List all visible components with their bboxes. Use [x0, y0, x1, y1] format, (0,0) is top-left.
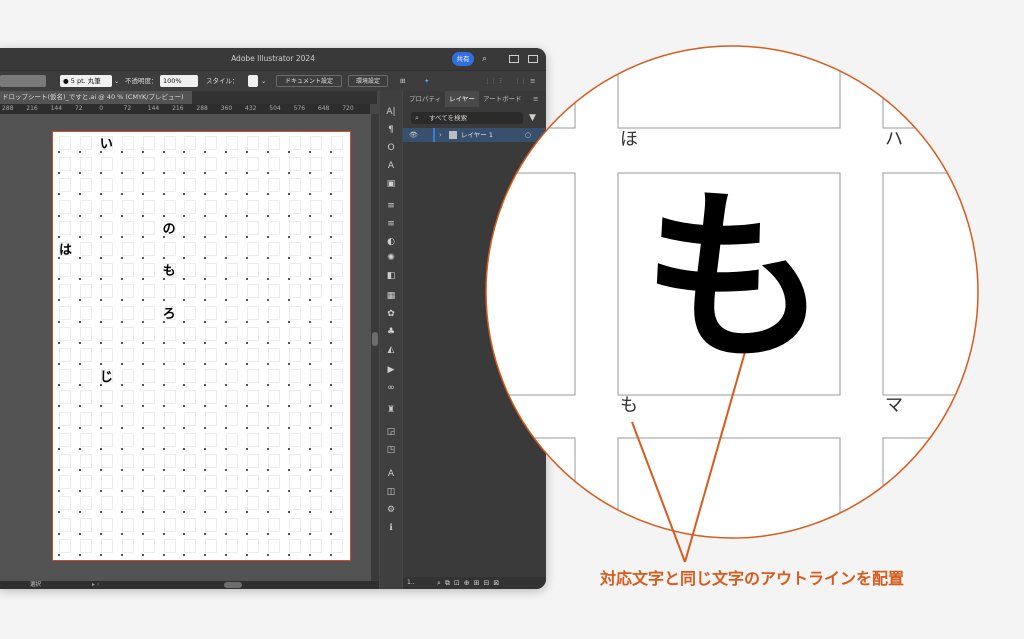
zoom-callout: [485, 45, 979, 563]
zoom-cell: [486, 437, 576, 538]
caption: 対応文字と同じ文字のアウトラインを配置: [600, 569, 905, 588]
zoom-label-ma: マ: [885, 395, 903, 416]
outlined-glyph: も: [642, 170, 828, 386]
zoom-label-ho: ほ: [620, 129, 638, 150]
zoom-label-ha: ハ: [885, 129, 903, 150]
zoom-cell: [486, 46, 576, 129]
zoom-label-mo: も: [620, 395, 638, 416]
zoom-cell: [882, 46, 978, 129]
